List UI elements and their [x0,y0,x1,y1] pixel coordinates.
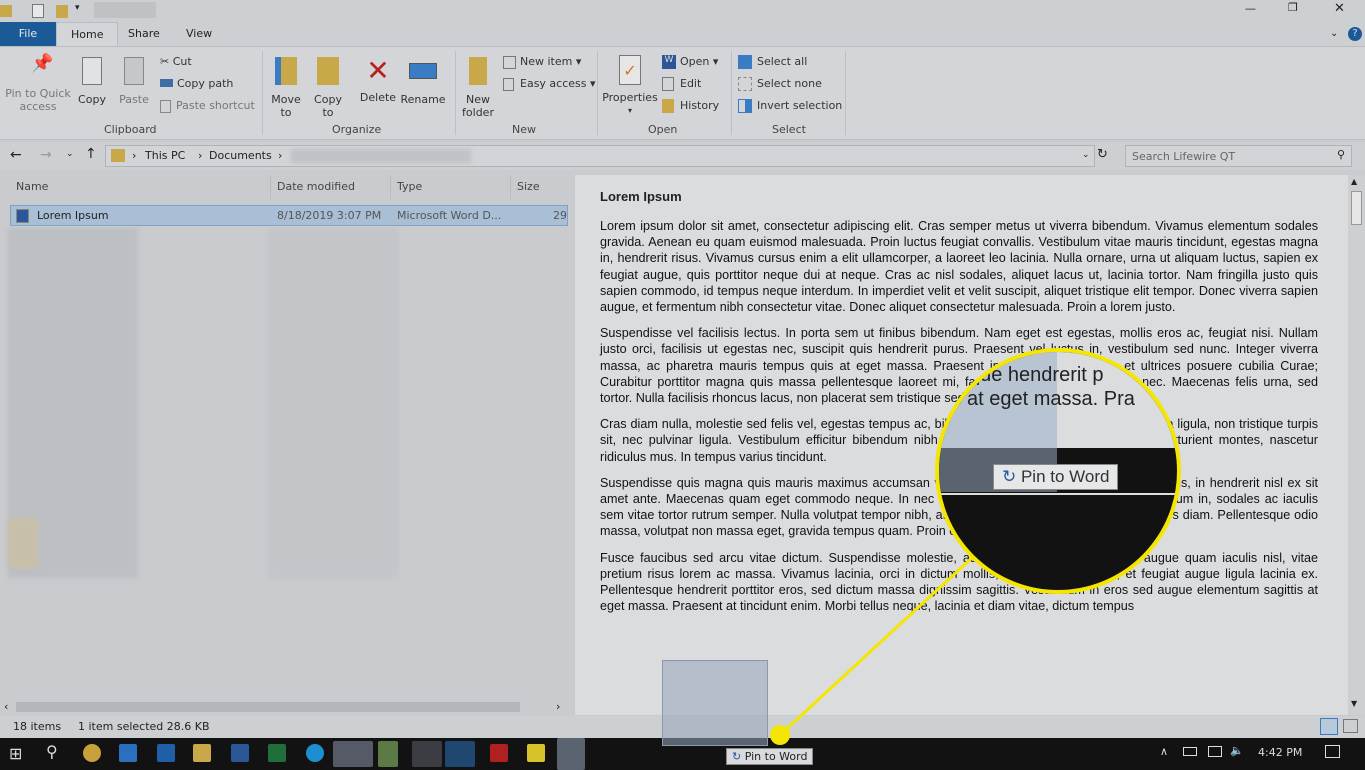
magnified-tooltip: ↻ Pin to Word [993,464,1119,490]
magnifier-callout: que hendrerit p is at eget massa. Pra ↻ … [935,348,1181,594]
callout-connector [778,553,977,737]
magnified-divider [939,493,1177,495]
magnified-text: is at eget massa. Pra [947,388,1135,410]
callout-dot [770,725,790,745]
magnified-text: que hendrerit p [969,364,1104,386]
